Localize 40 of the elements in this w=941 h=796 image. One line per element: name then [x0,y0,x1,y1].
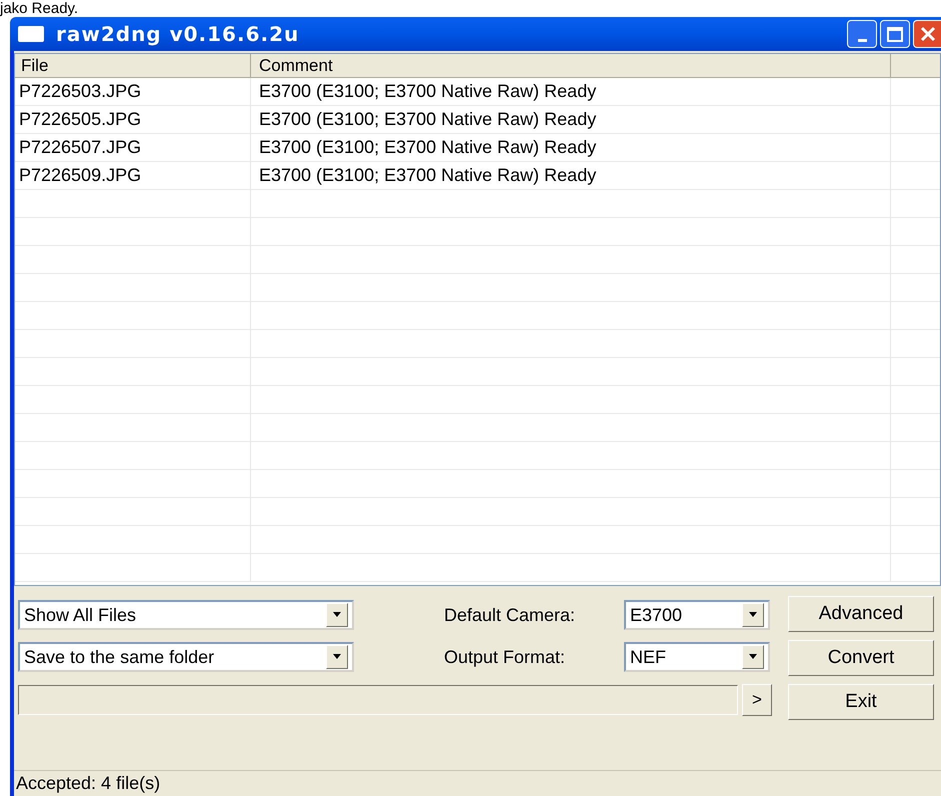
file-name: P7226505.JPG [15,106,251,133]
window-title: raw2dng v0.16.6.2u [56,21,300,48]
column-header[interactable]: File [15,54,251,77]
window-icon [18,26,44,42]
dropdown[interactable]: Save to the same folder [18,642,354,672]
dropdown-arrow-button[interactable] [326,603,348,627]
caret-icon [748,612,758,618]
dropdown-arrow-button[interactable] [742,645,764,669]
file-comment: E3700 (E3100; E3700 Native Raw) Ready [251,106,891,133]
default-camera-label: Default Camera: [444,604,576,626]
column-header[interactable]: Comment [251,54,891,77]
caret-icon [748,654,758,660]
caret-icon [332,612,342,618]
file-name: P7226509.JPG [15,162,251,189]
maximize-button[interactable] [880,20,910,48]
file-comment: E3700 (E3100; E3700 Native Raw) Ready [251,78,891,105]
action-button[interactable]: Advanced [788,596,934,632]
background-text: jako Ready. [0,0,78,17]
caret-icon [332,654,342,660]
file-row[interactable]: P7226505.JPG E3700 (E3100; E3700 Native Raw) Ready [15,106,940,134]
output-format-label: Output Format: [444,646,566,669]
file-comment: E3700 (E3100; E3700 Native Raw) Ready [251,134,891,161]
close-button[interactable] [913,20,941,48]
file-row[interactable]: P7226509.JPG E3700 (E3100; E3700 Native Raw) Ready [15,162,940,190]
action-button[interactable]: Exit [788,684,934,720]
dropdown[interactable]: Show All Files [18,600,354,630]
status-text: Accepted: 4 file(s) [16,772,160,795]
more-button[interactable]: > [742,684,772,716]
minimize-button[interactable] [847,20,877,48]
file-row[interactable]: P7226503.JPG E3700 (E3100; E3700 Native Raw) Ready [15,78,940,106]
dropdown[interactable]: E3700 [624,600,770,630]
file-name: P7226507.JPG [15,134,251,161]
file-row[interactable]: P7226507.JPG E3700 (E3100; E3700 Native Raw) Ready [15,134,940,162]
close-icon [920,26,936,42]
dropdown-arrow-button[interactable] [742,603,764,627]
file-comment: E3700 (E3100; E3700 Native Raw) Ready [251,162,891,189]
dropdown[interactable]: NEF [624,642,770,672]
file-name: P7226503.JPG [15,78,251,105]
action-button[interactable]: Convert [788,640,934,676]
dropdown-arrow-button[interactable] [326,645,348,669]
